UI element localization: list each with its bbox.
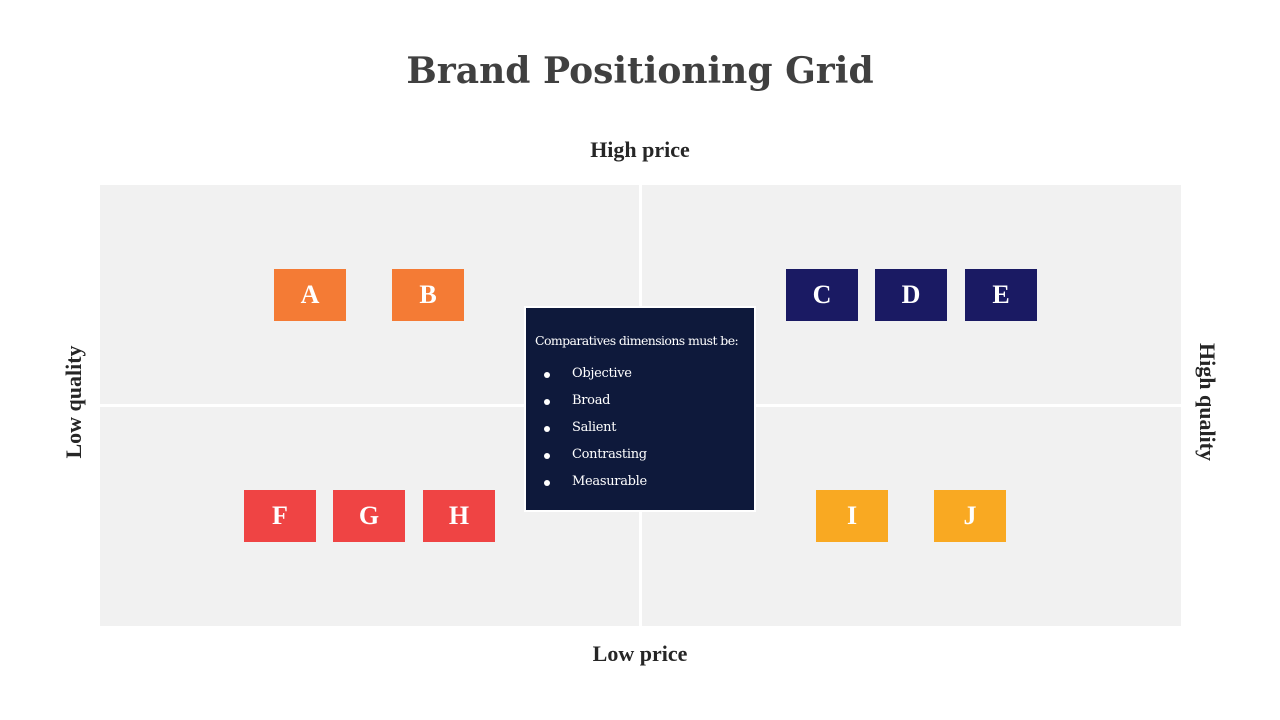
- brand-box-a: A: [274, 269, 346, 321]
- page-title: Brand Positioning Grid: [406, 50, 874, 92]
- bullet-icon: [544, 480, 550, 486]
- info-list-item: Measurable: [526, 474, 754, 501]
- bullet-icon: [544, 399, 550, 405]
- brand-box-g: G: [333, 490, 405, 542]
- info-list-item: Broad: [526, 393, 754, 420]
- brand-box-j: J: [934, 490, 1006, 542]
- brand-box-i: I: [816, 490, 888, 542]
- brand-box-h: H: [423, 490, 495, 542]
- info-item-text: Measurable: [572, 474, 647, 489]
- brand-box-f: F: [244, 490, 316, 542]
- bullet-icon: [544, 453, 550, 459]
- bullet-icon: [544, 426, 550, 432]
- info-item-text: Broad: [572, 393, 611, 408]
- axis-label-low-quality: Low quality: [61, 345, 86, 459]
- info-item-text: Objective: [572, 366, 632, 381]
- info-item-text: Salient: [572, 420, 617, 435]
- info-list-item: Objective: [526, 366, 754, 393]
- bullet-icon: [544, 372, 550, 378]
- axis-label-low-price: Low price: [592, 641, 688, 666]
- brand-box-c: C: [786, 269, 858, 321]
- brand-box-d: D: [875, 269, 947, 321]
- axis-label-high-quality: High quality: [1195, 343, 1220, 461]
- brand-box-e: E: [965, 269, 1037, 321]
- info-list-item: Contrasting: [526, 447, 754, 474]
- axis-label-high-price: High price: [590, 137, 690, 162]
- info-item-text: Contrasting: [572, 447, 647, 462]
- info-list-item: Salient: [526, 420, 754, 447]
- info-box: Comparatives dimensions must be: Objecti…: [524, 306, 756, 512]
- brand-box-b: B: [392, 269, 464, 321]
- info-list: Objective Broad Salient Contrasting Meas…: [526, 366, 754, 501]
- info-heading: Comparatives dimensions must be:: [535, 333, 739, 348]
